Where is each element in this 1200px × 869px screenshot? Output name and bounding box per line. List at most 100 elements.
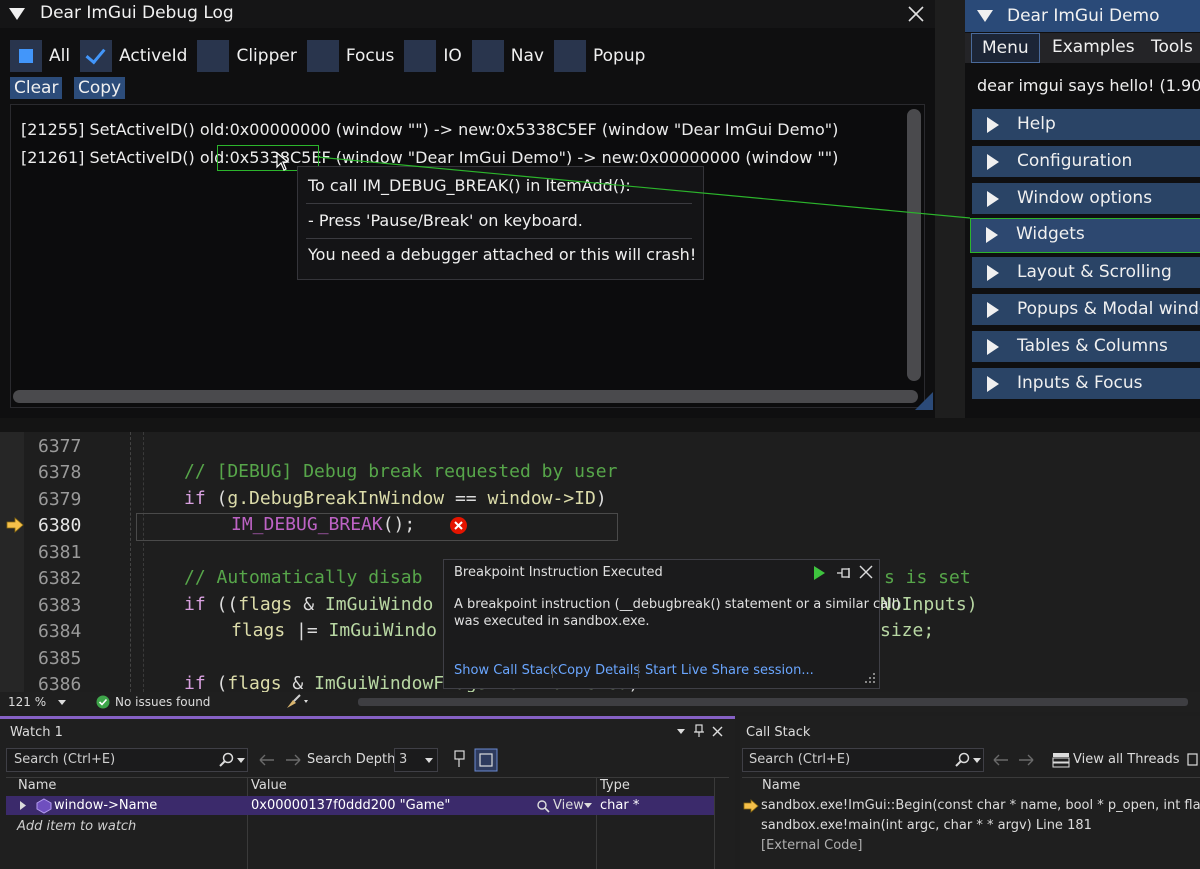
- callstack-search-input[interactable]: Search (Ctrl+E): [742, 748, 984, 772]
- dropdown-icon[interactable]: [676, 726, 686, 736]
- close-icon[interactable]: [858, 564, 874, 580]
- code-line-6382-tail: s is set: [884, 567, 971, 588]
- code-token: if: [184, 594, 206, 615]
- column-divider[interactable]: [714, 778, 715, 869]
- magnifier-icon[interactable]: [536, 799, 550, 813]
- error-icon[interactable]: [449, 516, 468, 535]
- column-divider[interactable]: [596, 778, 597, 869]
- line-number: 6384: [38, 621, 82, 642]
- search-icon[interactable]: [955, 752, 971, 768]
- search-placeholder: Search (Ctrl+E): [14, 752, 116, 767]
- scroll-left-arrow[interactable]: [340, 698, 348, 706]
- forward-arrow-icon[interactable]: [1017, 753, 1035, 767]
- expand-arrow-icon: [987, 339, 999, 355]
- column-header-type[interactable]: Type: [600, 778, 630, 793]
- code-token: IM_DEBUG_BREAK: [231, 514, 383, 535]
- line-number: 6378: [38, 462, 82, 483]
- column-header-name[interactable]: Name: [18, 778, 56, 793]
- line-number-current: 6380: [38, 515, 82, 536]
- editor-hscrollbar[interactable]: [358, 698, 1188, 706]
- line-number: 6381: [38, 542, 82, 563]
- horizontal-scrollbar[interactable]: [13, 390, 918, 403]
- resize-grip-icon[interactable]: [915, 392, 933, 410]
- code-token: (: [205, 488, 228, 509]
- indent-guide: [143, 432, 145, 692]
- close-icon[interactable]: [712, 726, 723, 737]
- code-token: (: [205, 673, 228, 694]
- current-frame-arrow-icon: [743, 799, 759, 813]
- stack-frame[interactable]: sandbox.exe!ImGui::Begin(const char * na…: [761, 798, 1200, 813]
- show-call-stack-link[interactable]: Show Call Stack: [454, 663, 558, 678]
- stack-frame[interactable]: sandbox.exe!main(int argc, char * * argv…: [761, 818, 1092, 833]
- expand-arrow-icon: [987, 376, 999, 392]
- header-layout-scrolling[interactable]: Layout & Scrolling: [972, 257, 1200, 288]
- threads-icon[interactable]: [1052, 752, 1070, 768]
- code-line-6378: // [DEBUG] Debug break requested by user: [184, 461, 618, 482]
- continue-icon[interactable]: [812, 565, 826, 581]
- watch-value-cell[interactable]: 0x00000137f0ddd200 "Game": [251, 798, 450, 813]
- brush-icon[interactable]: [285, 694, 313, 710]
- code-line-6382: // Automatically disab: [184, 567, 423, 588]
- link-separator: [552, 664, 553, 678]
- header-popups-modal[interactable]: Popups & Modal windo: [972, 294, 1200, 325]
- line-number: 6385: [38, 648, 82, 669]
- code-token: ();: [382, 514, 416, 535]
- search-placeholder: Search (Ctrl+E): [749, 752, 851, 767]
- expand-arrow-icon[interactable]: [20, 801, 26, 810]
- code-token: &: [281, 673, 315, 694]
- search-icon[interactable]: [219, 752, 235, 768]
- window-gap: [0, 418, 1200, 432]
- hex-display-icon[interactable]: [474, 748, 498, 772]
- search-depth-select[interactable]: 3: [394, 748, 438, 772]
- pin-icon[interactable]: [693, 724, 705, 738]
- forward-arrow-icon[interactable]: [284, 753, 302, 767]
- code-line-6384-tail: size;: [880, 620, 935, 641]
- check-circle-icon: [96, 695, 110, 709]
- pin-source-icon[interactable]: [452, 749, 470, 769]
- line-number: 6382: [38, 568, 82, 589]
- header-label: Popups & Modal windo: [1017, 299, 1200, 319]
- dropdown-icon: [425, 758, 433, 763]
- call-stack-panel: Call Stack Search (Ctrl+E) View all Thre…: [740, 716, 1200, 869]
- exception-message: was executed in sandbox.exe.: [454, 614, 650, 629]
- header-inputs-focus[interactable]: Inputs & Focus: [972, 368, 1200, 399]
- code-token: g.DebugBreakInWindow: [227, 488, 445, 509]
- code-token: ): [595, 488, 607, 509]
- toolbar-overflow-icon[interactable]: [1187, 753, 1199, 767]
- column-header-name[interactable]: Name: [762, 778, 800, 793]
- pin-icon[interactable]: [836, 566, 852, 580]
- active-panel-indicator: [0, 716, 735, 719]
- resize-grip-icon[interactable]: [864, 672, 876, 684]
- exception-title: Breakpoint Instruction Executed: [454, 565, 663, 580]
- watch-search-input[interactable]: Search (Ctrl+E): [6, 748, 248, 772]
- back-arrow-icon[interactable]: [258, 753, 276, 767]
- stack-frame[interactable]: [External Code]: [761, 838, 863, 853]
- back-arrow-icon[interactable]: [992, 753, 1010, 767]
- zoom-level[interactable]: 121 %: [8, 695, 46, 709]
- dropdown-icon[interactable]: [973, 758, 981, 764]
- code-token: if: [184, 488, 206, 509]
- column-divider[interactable]: [247, 778, 248, 869]
- zoom-dropdown-icon[interactable]: [58, 700, 66, 705]
- watch-type-cell: char *: [600, 798, 640, 813]
- copy-details-link[interactable]: Copy Details: [558, 663, 640, 678]
- line-number: 6383: [38, 595, 82, 616]
- exception-helper-popup: Breakpoint Instruction Executed A breakp…: [443, 559, 900, 689]
- watch-name-cell[interactable]: window->Name: [54, 798, 157, 813]
- dropdown-icon[interactable]: [584, 803, 592, 809]
- code-token: |=: [285, 620, 329, 641]
- code-token: window->ID: [487, 488, 596, 509]
- view-all-threads-button[interactable]: View all Threads: [1073, 752, 1180, 767]
- view-visualizer-button[interactable]: View: [553, 798, 584, 813]
- editor-status-bar: 121 % No issues found: [0, 692, 1200, 712]
- live-share-link[interactable]: Start Live Share session...: [645, 663, 814, 678]
- issues-status[interactable]: No issues found: [115, 695, 210, 709]
- watch-row[interactable]: window->Name 0x00000137f0ddd200 "Game" V…: [6, 796, 714, 815]
- code-line-6379: if (g.DebugBreakInWindow == window->ID): [184, 488, 607, 509]
- dropdown-icon[interactable]: [237, 758, 245, 764]
- link-separator: [638, 664, 639, 678]
- panel-title: Call Stack: [746, 725, 811, 740]
- column-header-value[interactable]: Value: [251, 778, 287, 793]
- header-tables-columns[interactable]: Tables & Columns: [972, 331, 1200, 362]
- add-watch-item[interactable]: Add item to watch: [17, 819, 136, 834]
